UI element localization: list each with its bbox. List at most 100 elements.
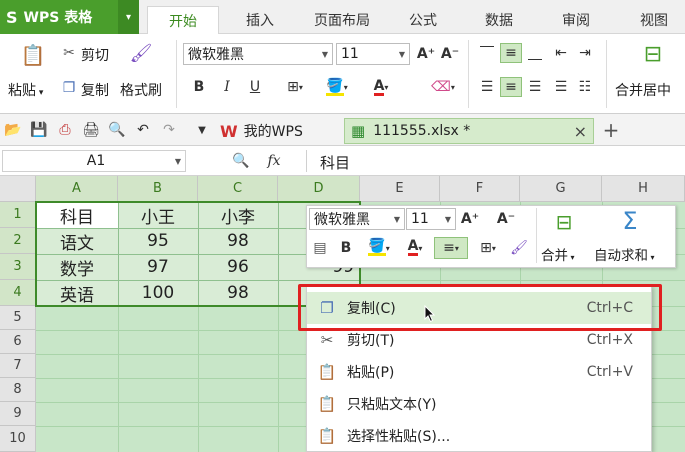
tab-home[interactable]: 开始 — [147, 6, 219, 34]
cell-C1[interactable]: 小李 — [198, 202, 278, 228]
format-painter-icon[interactable]: 🖌 — [130, 42, 153, 64]
formula-input[interactable]: 科目 — [320, 152, 350, 173]
cell-C2[interactable]: 98 — [198, 228, 278, 254]
mini-font-size-select[interactable]: 11 ▼ — [406, 208, 456, 230]
cell-A4[interactable]: 英语 — [36, 280, 118, 306]
font-size-select[interactable]: 11 ▼ — [336, 43, 410, 65]
print-icon[interactable]: 🖨 — [82, 121, 100, 139]
mini-shrink-font-icon[interactable]: A⁻ — [496, 209, 516, 229]
wps-home-tab[interactable]: W 我的WPS — [220, 118, 338, 144]
mini-format-cells-icon[interactable]: ▤ — [310, 238, 330, 258]
redo-icon[interactable]: ↷ — [160, 121, 178, 139]
cell-A1[interactable]: 科目 — [36, 202, 118, 228]
fx-icon[interactable]: fx — [262, 152, 286, 170]
cell-B3[interactable]: 97 — [118, 254, 198, 280]
mini-bold-button[interactable]: B — [336, 238, 356, 258]
justify-icon[interactable]: ☰ — [550, 77, 572, 97]
align-top-icon[interactable]: ⎺ — [476, 43, 498, 63]
row-header[interactable]: 7 — [0, 354, 36, 378]
mini-align-center-icon[interactable]: ≡ ▾ — [434, 237, 468, 259]
mini-format-painter-icon[interactable]: 🖌 — [508, 238, 530, 258]
copy-icon[interactable]: ❐ — [60, 79, 78, 97]
mini-grow-font-icon[interactable]: A⁺ — [460, 209, 480, 229]
align-left-icon[interactable]: ☰ — [476, 77, 498, 97]
format-painter-button[interactable]: 格式刷 — [120, 80, 162, 100]
mini-borders-icon[interactable]: ⊞ ▾ — [472, 238, 504, 258]
scissors-icon[interactable]: ✂ — [60, 44, 78, 62]
mini-merge-icon[interactable]: ⊟ — [550, 209, 578, 235]
mini-merge-button[interactable]: 合并 ▾ — [541, 244, 575, 264]
quick-access-dropdown[interactable]: ▼ — [195, 121, 209, 139]
column-header[interactable]: B — [118, 176, 198, 202]
copy-button[interactable]: 复制 — [81, 80, 109, 100]
name-box[interactable]: A1 ▼ — [2, 150, 186, 172]
decrease-indent-icon[interactable]: ⇤ — [550, 43, 572, 63]
menu-item-paste-text-only[interactable]: 📋 只粘贴文本(Y) — [307, 388, 651, 420]
font-name-select[interactable]: 微软雅黑 ▼ — [183, 43, 333, 65]
mini-font-color-icon[interactable]: A ▾ — [398, 238, 432, 258]
clear-format-icon[interactable]: ⌫ ▾ — [426, 76, 460, 98]
mini-fill-color-icon[interactable]: 🪣 ▾ — [362, 238, 396, 258]
undo-icon[interactable]: ↶ — [134, 121, 152, 139]
column-header[interactable]: G — [520, 176, 602, 202]
row-header[interactable]: 1 — [0, 202, 36, 228]
cell-A3[interactable]: 数学 — [36, 254, 118, 280]
cell-B2[interactable]: 95 — [118, 228, 198, 254]
align-middle-icon[interactable]: ≡ — [500, 43, 522, 63]
row-header[interactable]: 5 — [0, 306, 36, 330]
mini-font-name-select[interactable]: 微软雅黑 ▼ — [309, 208, 405, 230]
column-header[interactable]: A — [36, 176, 118, 202]
row-header[interactable]: 6 — [0, 330, 36, 354]
align-center-icon[interactable]: ≡ — [500, 77, 522, 97]
row-header[interactable]: 10 — [0, 426, 36, 452]
print-preview-icon[interactable]: 🔍 — [108, 121, 126, 139]
row-header[interactable]: 2 — [0, 228, 36, 254]
distribute-icon[interactable]: ☷ — [574, 77, 596, 97]
close-tab-icon[interactable]: × — [574, 122, 587, 141]
align-right-icon[interactable]: ☰ — [524, 77, 546, 97]
save-icon[interactable]: 💾 — [30, 121, 48, 139]
merge-center-button[interactable]: 合并居中 — [615, 80, 671, 100]
app-menu-dropdown[interactable]: ▾ — [118, 0, 139, 34]
align-bottom-icon[interactable]: ⎽ — [524, 43, 546, 63]
merge-center-icon[interactable]: ⊟ — [638, 40, 668, 68]
new-tab-icon[interactable]: + — [600, 118, 622, 142]
app-menu-button[interactable]: S WPS 表格 — [0, 0, 118, 34]
column-header[interactable]: E — [360, 176, 440, 202]
tab-page-layout[interactable]: 页面布局 — [300, 6, 384, 34]
column-header[interactable]: F — [440, 176, 520, 202]
row-header[interactable]: 4 — [0, 280, 36, 306]
sigma-icon[interactable]: Σ — [616, 207, 644, 235]
fill-color-icon[interactable]: 🪣 ▾ — [318, 76, 356, 98]
row-header[interactable]: 8 — [0, 378, 36, 402]
column-header[interactable]: H — [602, 176, 685, 202]
menu-item-paste[interactable]: 📋 粘贴(P) Ctrl+V — [307, 356, 651, 388]
paste-icon[interactable]: 📋 — [20, 42, 46, 68]
open-folder-icon[interactable]: 📂 — [4, 121, 22, 139]
select-all-corner[interactable] — [0, 176, 36, 202]
menu-item-paste-special[interactable]: 📋 选择性粘贴(S)... — [307, 420, 651, 452]
cell-C3[interactable]: 96 — [198, 254, 278, 280]
grow-font-icon[interactable]: A⁺ — [416, 44, 436, 64]
row-header[interactable]: 9 — [0, 402, 36, 426]
cell-B1[interactable]: 小王 — [118, 202, 198, 228]
column-header[interactable]: C — [198, 176, 278, 202]
borders-icon[interactable]: ⊞ ▾ — [280, 76, 310, 98]
document-tab[interactable]: ▦ 111555.xlsx * × — [344, 118, 594, 144]
bold-button[interactable]: B — [188, 76, 210, 98]
italic-button[interactable]: I — [216, 76, 238, 98]
column-header[interactable]: D — [278, 176, 360, 202]
cell-C4[interactable]: 98 — [198, 280, 278, 306]
cut-button[interactable]: 剪切 — [81, 45, 109, 65]
row-header[interactable]: 3 — [0, 254, 36, 280]
underline-button[interactable]: U — [244, 76, 266, 98]
shrink-font-icon[interactable]: A⁻ — [440, 44, 460, 64]
tab-review[interactable]: 审阅 — [545, 6, 607, 34]
cell-B4[interactable]: 100 — [118, 280, 198, 306]
tab-data[interactable]: 数据 — [468, 6, 530, 34]
paste-button[interactable]: 粘贴 ▾ — [8, 80, 43, 100]
font-color-icon[interactable]: A ▾ — [362, 76, 400, 98]
increase-indent-icon[interactable]: ⇥ — [574, 43, 596, 63]
zoom-icon[interactable]: 🔍 — [232, 152, 250, 170]
tab-insert[interactable]: 插入 — [228, 6, 292, 34]
